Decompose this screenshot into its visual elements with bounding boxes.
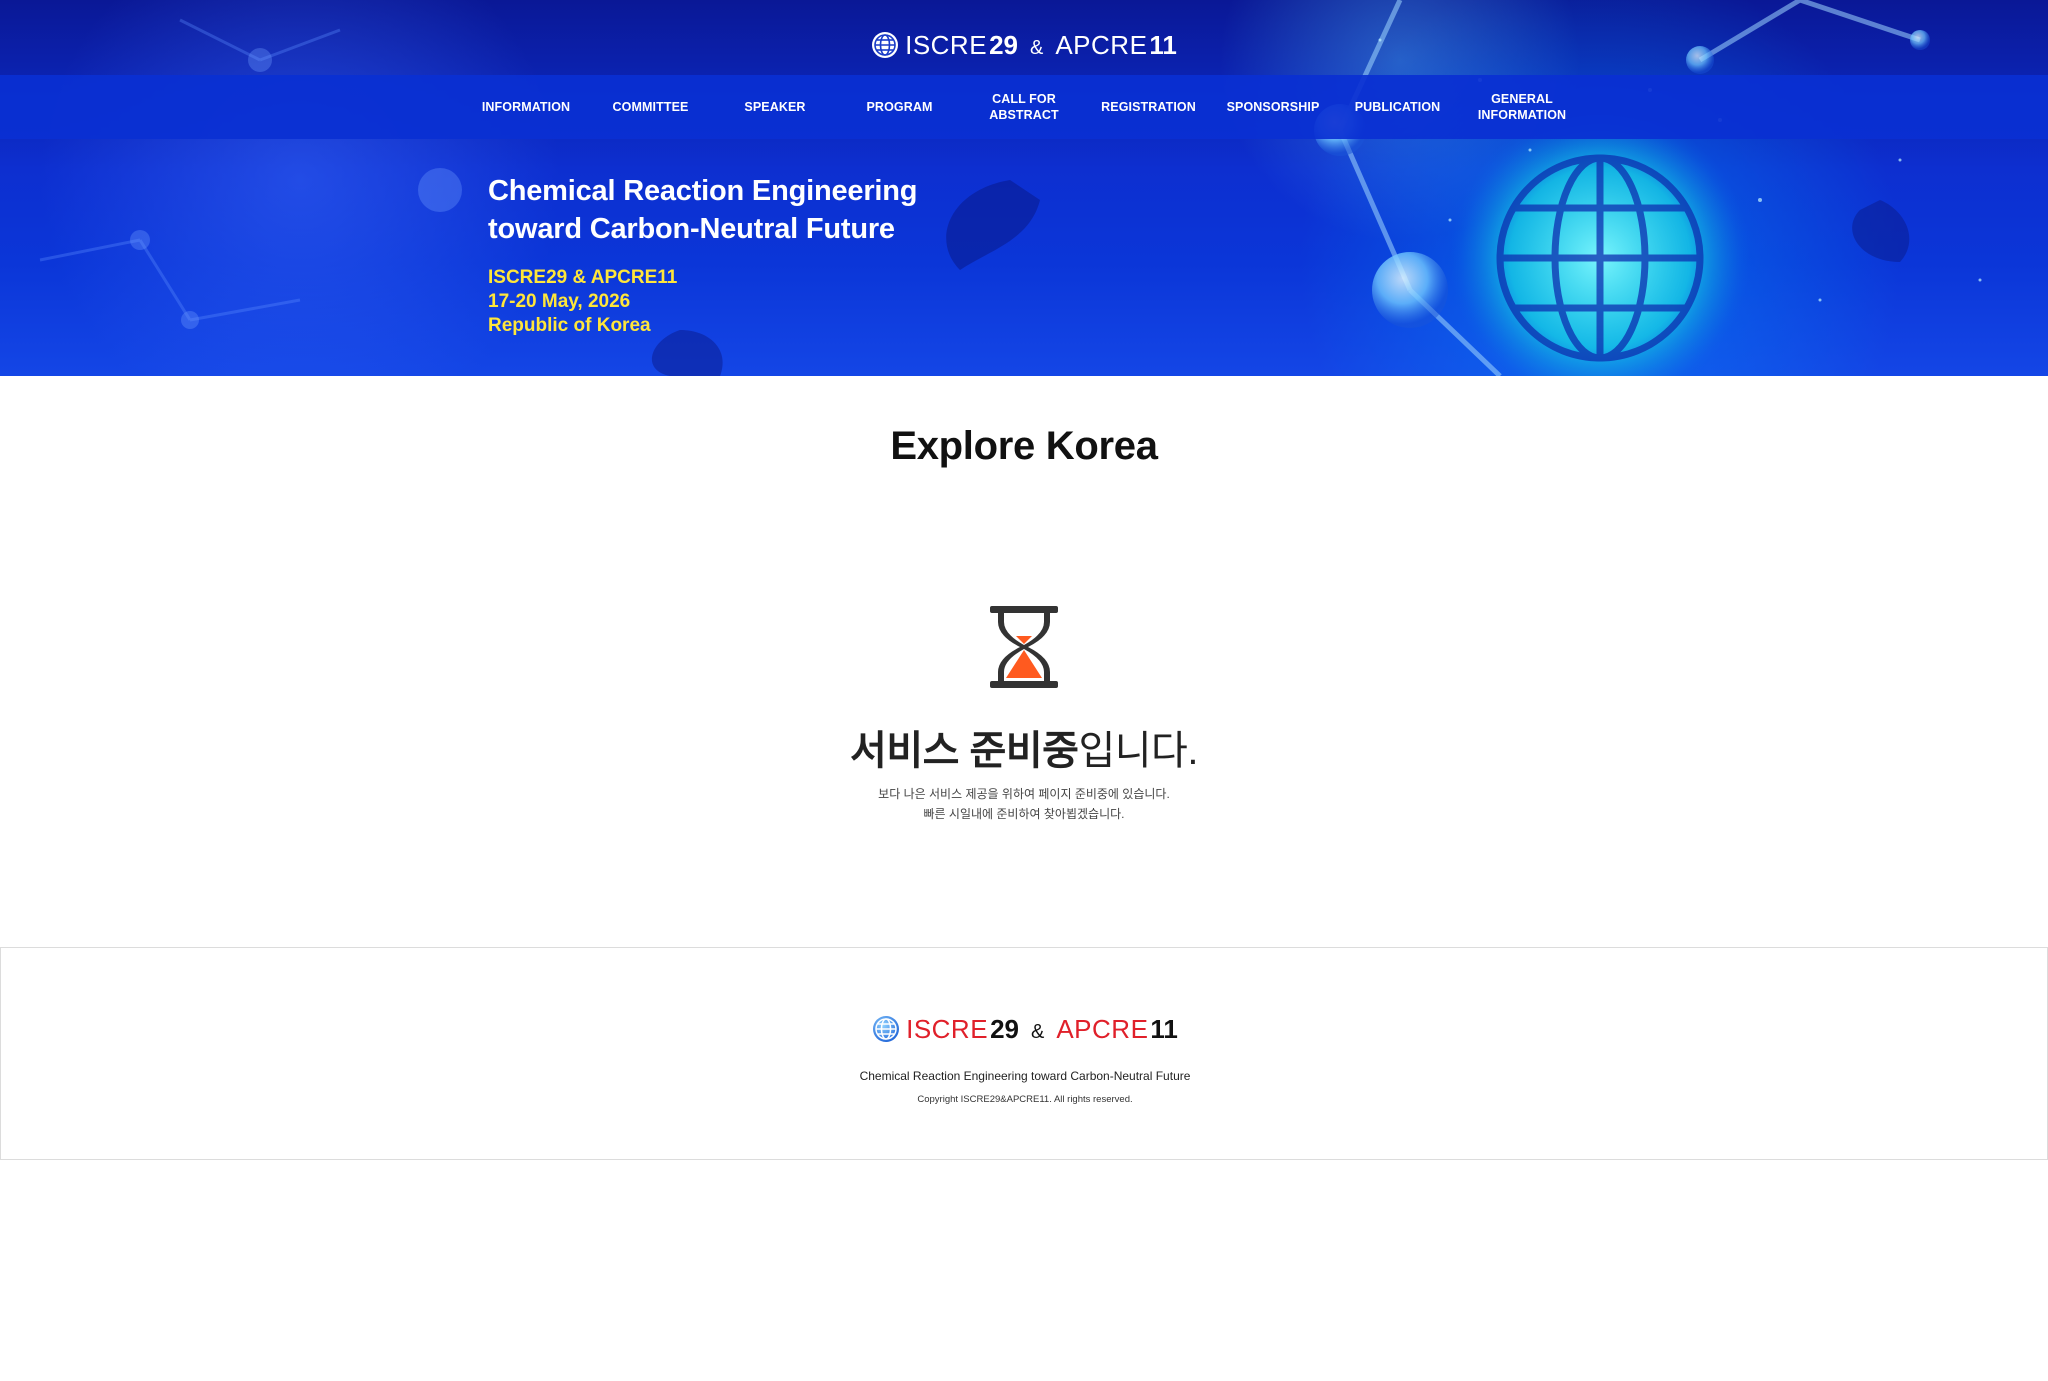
logo-iscre-number: 29 xyxy=(989,29,1018,60)
footer-logo-iscre-text: ISCRE xyxy=(906,1013,989,1044)
nav-item-publication[interactable]: PUBLICATION xyxy=(1335,99,1460,115)
service-preparing-title: 서비스 준비중입니다. xyxy=(0,718,2048,776)
nav-item-general-information-line2: INFORMATION xyxy=(1477,108,1567,122)
service-preparing-title-rest: 입니다. xyxy=(1078,729,1198,773)
service-preparing-desc-line1: 보다 나은 서비스 제공을 위하여 페이지 준비중에 있습니다. xyxy=(878,787,1170,801)
nav-item-information[interactable]: INFORMATION xyxy=(464,99,589,115)
logo-ampersand: & xyxy=(1029,36,1044,59)
nav-item-sponsorship[interactable]: SPONSORSHIP xyxy=(1211,99,1336,115)
hero-event-location: Republic of Korea xyxy=(488,315,651,336)
main-navigation: INFORMATION COMMITTEE SPEAKER PROGRAM CA… xyxy=(0,75,2048,139)
hero-event-info: ISCRE29 & APCRE11 17-20 May, 2026 Republ… xyxy=(488,266,677,338)
hourglass-icon xyxy=(990,606,1058,688)
footer-tagline: Chemical Reaction Engineering toward Car… xyxy=(859,1069,1191,1083)
header-logo[interactable]: ISCRE 29 & APCRE 11 xyxy=(0,28,2048,62)
hero-event-dates: 17-20 May, 2026 xyxy=(488,291,631,312)
nav-item-program[interactable]: PROGRAM xyxy=(837,99,962,115)
nav-item-committee[interactable]: COMMITTEE xyxy=(588,99,713,115)
logo-apcre-number: 11 xyxy=(1149,29,1177,60)
hero-title-line1: Chemical Reaction Engineering xyxy=(488,175,918,207)
nav-item-call-for-abstract[interactable]: CALL FOR ABSTRACT xyxy=(962,91,1087,123)
logo-iscre-text: ISCRE xyxy=(905,29,988,60)
hero-banner: ISCRE 29 & APCRE 11 INFORMATION COMMITTE… xyxy=(0,0,2048,376)
footer-logo-ampersand: & xyxy=(1030,1020,1045,1043)
logo-apcre-text: APCRE xyxy=(1055,29,1148,60)
nav-item-general-information-line1: GENERAL xyxy=(1491,92,1553,106)
site-footer: ISCRE 29 & APCRE 11 Chemical Reaction En… xyxy=(0,947,2048,1160)
footer-copyright: Copyright ISCRE29&APCRE11. All rights re… xyxy=(917,1094,1133,1105)
footer-logo-apcre-text: APCRE xyxy=(1056,1013,1149,1044)
globe-icon xyxy=(873,1016,900,1042)
service-preparing-title-bold: 서비스 준비중 xyxy=(850,729,1079,773)
page-title: Explore Korea xyxy=(890,424,1158,468)
globe-icon xyxy=(872,32,899,58)
nav-item-general-information[interactable]: GENERAL INFORMATION xyxy=(1460,91,1585,123)
footer-logo[interactable]: ISCRE 29 & APCRE 11 xyxy=(1,1012,2048,1046)
nav-item-registration[interactable]: REGISTRATION xyxy=(1086,99,1211,115)
service-preparing-description: 보다 나은 서비스 제공을 위하여 페이지 준비중에 있습니다. 빠른 시일내에… xyxy=(0,784,2048,824)
nav-item-speaker[interactable]: SPEAKER xyxy=(713,99,838,115)
footer-logo-apcre-number: 11 xyxy=(1150,1013,1178,1044)
hero-event-name: ISCRE29 & APCRE11 xyxy=(488,267,678,288)
service-preparing-desc-line2: 빠른 시일내에 준비하여 찾아뵙겠습니다. xyxy=(923,807,1125,821)
hero-title-line2: toward Carbon-Neutral Future xyxy=(488,213,895,245)
footer-logo-iscre-number: 29 xyxy=(990,1013,1019,1044)
hero-title: Chemical Reaction Engineering toward Car… xyxy=(488,172,918,248)
